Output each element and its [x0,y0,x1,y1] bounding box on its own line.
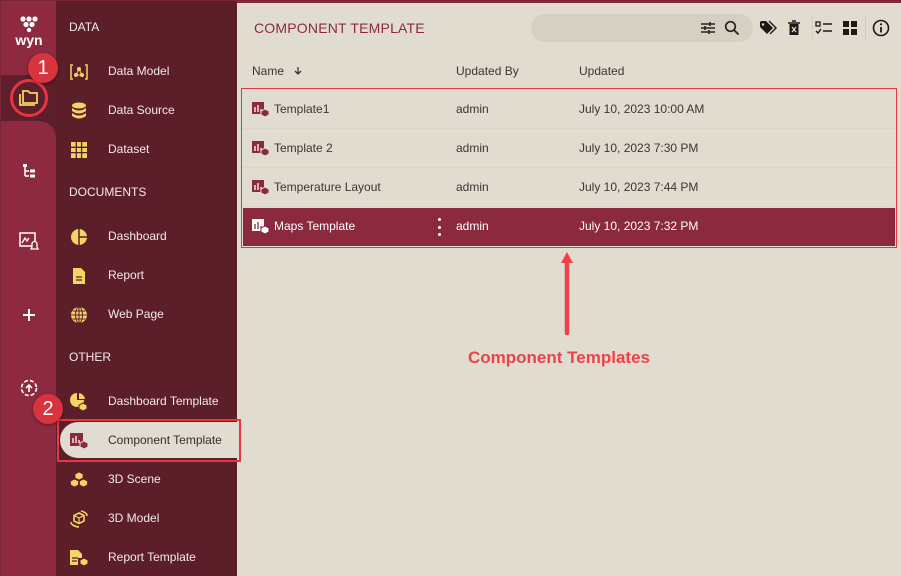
filter-settings-icon [701,22,715,34]
nav-item-label: 3D Scene [108,472,161,486]
rail-hierarchy-button[interactable] [1,149,56,193]
row-updated: July 10, 2023 7:30 PM [579,141,699,155]
row-updated-by: admin [456,102,489,116]
rotate-cube-icon [69,509,89,529]
row-updated-by: admin [456,180,489,194]
nav-item-label: Dashboard [108,229,167,243]
nav-item-web-page[interactable]: Web Page [56,296,237,332]
grid-view-icon [843,21,857,35]
cubes-icon [69,470,89,490]
table-row[interactable]: Temperature Layout admin July 10, 2023 7… [243,169,895,207]
nav-item-3d-scene[interactable]: 3D Scene [56,461,237,497]
row-name: Template 2 [274,141,333,155]
app-window: wyn 1 2 DATA Data Model Data Source Data… [0,0,901,576]
table-row[interactable]: Template 2 admin July 10, 2023 7:30 PM [243,130,895,168]
rail-create-button[interactable] [1,293,56,337]
sort-down-arrow-icon [294,67,302,75]
secondary-nav: DATA Data Model Data Source Dataset DOCU… [56,1,237,576]
table-row[interactable]: Template1 admin July 10, 2023 10:00 AM [243,91,895,129]
pie-chart-icon [69,227,89,247]
column-header-updated-by[interactable]: Updated By [456,64,519,78]
data-model-icon [69,62,89,82]
section-data: DATA [69,20,100,34]
upload-circle-icon [20,379,37,397]
component-template-icon [252,141,270,157]
nav-item-label: 3D Model [108,511,160,525]
nav-item-label: Component Template [108,433,222,447]
nav-item-label: Data Model [108,64,170,78]
annotation-arrow-icon [561,252,573,336]
section-other: OTHER [69,350,111,364]
recycle-bin-icon [788,20,800,35]
grid-icon [69,140,89,160]
checklist-button[interactable] [813,17,835,39]
row-updated: July 10, 2023 10:00 AM [579,102,705,116]
row-updated-by: admin [456,219,489,233]
dashboard-template-icon [69,392,89,412]
component-template-icon [252,102,270,118]
tag-button[interactable] [757,17,779,39]
section-documents: DOCUMENTS [69,185,147,199]
nav-item-report-template[interactable]: Report Template [56,539,237,575]
tag-icon [760,20,777,35]
row-name: Temperature Layout [274,180,381,194]
checklist-icon [815,21,832,35]
page-title: COMPONENT TEMPLATE [254,20,425,36]
nav-item-dashboard-template[interactable]: Dashboard Template [56,383,237,419]
search-bar [531,14,753,42]
plus-icon [22,309,35,321]
document-icon [69,266,89,286]
nav-item-label: Web Page [108,307,164,321]
row-updated: July 10, 2023 7:44 PM [579,180,699,194]
search-button[interactable] [721,17,743,39]
column-header-name[interactable]: Name [252,64,303,78]
nav-item-label: Dashboard Template [108,394,219,408]
grid-view-button[interactable] [839,17,861,39]
info-button[interactable] [870,17,892,39]
database-icon [69,101,89,121]
nav-item-3d-model[interactable]: 3D Model [56,500,237,536]
row-updated: July 10, 2023 7:32 PM [579,219,699,233]
svg-text:wyn: wyn [14,32,42,48]
info-icon [872,19,890,37]
annotation-badge-1: 1 [28,53,58,83]
nav-item-component-template[interactable]: Component Template [60,422,237,458]
globe-icon [69,305,89,325]
annotation-ring [10,79,48,117]
rail-monitor-button[interactable] [1,219,56,263]
icon-rail: wyn 1 2 [1,1,63,576]
search-input[interactable] [543,18,693,38]
template-list: Template1 admin July 10, 2023 10:00 AM T… [241,88,897,248]
nav-item-dataset[interactable]: Dataset [56,131,237,167]
toolbar-separator [865,15,866,41]
image-alert-icon [18,232,39,250]
more-options-icon[interactable] [435,218,443,236]
row-name: Template1 [274,102,330,116]
nav-item-label: Report [108,268,145,282]
column-header-label: Name [252,64,285,78]
annotation-label: Component Templates [468,348,650,367]
nav-item-label: Report Template [108,550,196,564]
component-template-icon [252,219,270,235]
row-updated-by: admin [456,141,489,155]
column-header-updated[interactable]: Updated [579,64,624,78]
nav-item-label: Dataset [108,142,150,156]
search-icon [724,20,740,36]
component-template-icon [252,180,270,196]
recycle-bin-button[interactable] [783,17,805,39]
component-template-icon [69,431,89,451]
wyn-logo: wyn [14,16,43,48]
nav-item-report[interactable]: Report [56,257,237,293]
table-row-selected[interactable]: Maps Template admin July 10, 2023 7:32 P… [243,208,895,246]
tree-icon [22,164,35,178]
row-name: Maps Template [274,219,356,233]
nav-item-data-source[interactable]: Data Source [56,92,237,128]
filter-settings-button[interactable] [697,17,719,39]
report-template-icon [69,548,89,568]
nav-item-dashboard[interactable]: Dashboard [56,218,237,254]
main-panel: COMPONENT TEMPLATE Name Updated By Updat… [237,3,901,576]
nav-item-data-model[interactable]: Data Model [56,53,237,89]
nav-item-label: Data Source [108,103,175,117]
annotation-badge-2: 2 [33,394,63,424]
